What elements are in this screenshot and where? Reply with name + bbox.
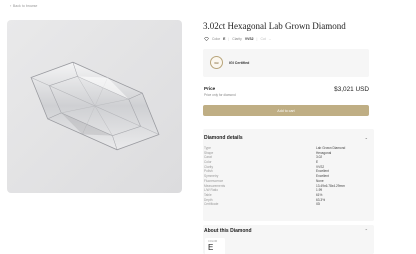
certification-label: IGI Certified (229, 61, 250, 65)
certification-card: IGI IGI Certified (203, 49, 369, 77)
product-meta-row: Color E | Clarity VVS2 | Cut -- (204, 37, 271, 41)
meta-separator: | (228, 37, 230, 41)
cut-label: Cut (260, 37, 266, 41)
details-list: Type Lab Grown Diamond Shape Hexagonal Carat… (204, 146, 364, 207)
back-link-label: Back to browse (12, 3, 38, 8)
diamond-icon (204, 37, 209, 41)
about-diamond-section: About this Diamond ⌃ COLOR E (203, 225, 374, 254)
chevron-down-icon[interactable]: ⌄ (365, 135, 368, 140)
diamond-details-section: Diamond details ⌄ Type Lab Grown Diamond S… (203, 129, 374, 221)
about-diamond-heading: About this Diamond (204, 228, 252, 234)
color-value: E (223, 37, 226, 41)
product-title: 3.02ct Hexagonal Lab Grown Diamond (203, 21, 346, 31)
detail-key: Certificate (204, 202, 219, 207)
clarity-value: VVS2 (244, 37, 254, 41)
add-to-cart-button[interactable]: Add to cart (203, 105, 369, 116)
color-grade-card[interactable]: COLOR E (205, 238, 225, 254)
back-to-browse-link[interactable]: ‹ Back to browse (10, 3, 37, 8)
detail-value: IGI (316, 202, 321, 207)
detail-row: Certificate IGI (204, 202, 364, 207)
chevron-up-icon[interactable]: ⌃ (365, 228, 368, 233)
color-grade-value: E (208, 243, 214, 252)
igi-seal-text: IGI (214, 60, 219, 65)
color-label: Color (212, 37, 221, 41)
hexagonal-diamond-illustration (30, 61, 160, 151)
chevron-left-icon: ‹ (10, 3, 12, 8)
price-value: $3,021 USD (334, 86, 369, 93)
clarity-label: Clarity (232, 37, 242, 41)
diamond-image (7, 20, 182, 193)
igi-seal-icon: IGI (210, 56, 223, 69)
price-label: Price (204, 86, 216, 91)
diamond-details-heading: Diamond details (204, 135, 243, 141)
meta-separator: | (256, 37, 258, 41)
cut-value: -- (268, 37, 271, 41)
price-subtext: Price only for diamond (204, 93, 236, 97)
